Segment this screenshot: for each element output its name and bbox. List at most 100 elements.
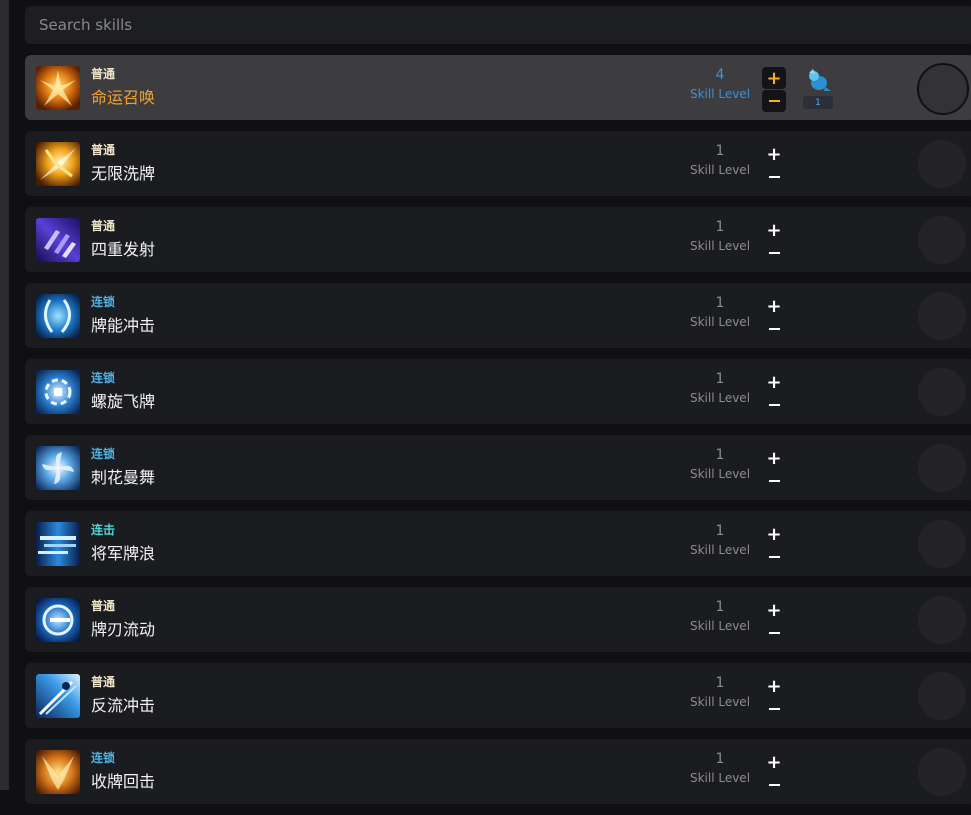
skill-level: 1 Skill Level [685,523,755,557]
skill-name: 命运召唤 [91,88,156,107]
skill-row[interactable]: 连锁 刺花曼舞 1 Skill Level + [25,435,971,500]
skill-level: 1 Skill Level [685,447,755,481]
thorn-flower-dance-icon [36,446,80,490]
level-down-button[interactable] [762,470,786,492]
fate-summon-icon [36,66,80,110]
skill-slot[interactable] [918,748,966,796]
skill-slot[interactable] [917,63,969,115]
level-down-button[interactable] [762,242,786,264]
skill-slot[interactable] [918,444,966,492]
skill-level: 1 Skill Level [685,219,755,253]
skill-row[interactable]: 连锁 收牌回击 1 Skill Level + [25,739,971,804]
spirit-count: 1 [803,96,833,109]
skill-type: 连锁 [91,447,116,461]
skill-row[interactable]: 连锁 螺旋飞牌 1 Skill Level + [25,359,971,424]
card-blade-flow-icon [36,598,80,642]
level-up-button[interactable]: + [762,371,786,393]
counterflow-strike-icon [36,674,80,718]
skill-level-label: Skill Level [689,467,751,481]
skill-slot[interactable] [918,140,966,188]
search-input[interactable] [37,15,963,35]
skill-name: 无限洗牌 [91,164,156,183]
skill-row[interactable]: 普通 无限洗牌 1 Skill Level + [25,131,971,196]
skill-level-label: Skill Level [689,771,751,785]
level-down-button[interactable] [762,698,786,720]
skill-type: 普通 [91,219,116,233]
skill-level: 1 Skill Level [685,675,755,709]
skill-type: 普通 [91,675,116,689]
skill-name: 将军牌浪 [91,544,156,563]
skill-level-value: 1 [715,599,725,615]
skill-type: 连锁 [91,371,116,385]
level-up-button[interactable]: + [762,675,786,697]
skill-level-value: 1 [715,295,725,311]
skill-level-value: 1 [715,219,725,235]
level-down-button[interactable] [762,622,786,644]
skill-row[interactable]: 普通 命运召唤 4 Skill Level + 1 [25,55,971,120]
skill-name: 收牌回击 [91,772,156,791]
skill-slot[interactable] [918,520,966,568]
skill-level-value: 1 [715,523,725,539]
skill-name: 刺花曼舞 [91,468,156,487]
skill-slot[interactable] [918,672,966,720]
skill-level-label: Skill Level [689,239,751,253]
level-up-button[interactable]: + [762,219,786,241]
level-down-button[interactable] [762,546,786,568]
skill-level: 4 Skill Level [685,67,755,101]
skill-type: 连击 [91,523,116,537]
card-recall-icon [36,750,80,794]
skill-slot[interactable] [918,216,966,264]
level-down-button[interactable] [762,774,786,796]
level-up-button[interactable]: + [762,523,786,545]
skill-level-value: 1 [715,751,725,767]
skill-level-value: 1 [715,675,725,691]
quad-shot-icon [36,218,80,262]
level-up-button[interactable]: + [762,751,786,773]
skill-level-label: Skill Level [689,391,751,405]
skill-row[interactable]: 普通 四重发射 1 Skill Level + [25,207,971,272]
skill-level-label: Skill Level [689,695,751,709]
skill-row[interactable]: 普通 反流冲击 1 Skill Level + [25,663,971,728]
skill-type: 普通 [91,143,116,157]
skill-type: 普通 [91,599,116,613]
search-box[interactable] [25,6,971,44]
infinite-shuffle-icon [36,142,80,186]
skill-name: 牌能冲击 [91,316,156,335]
level-down-button[interactable] [762,166,786,188]
level-up-button[interactable]: + [762,447,786,469]
level-down-button[interactable] [762,318,786,340]
skill-slot[interactable] [918,368,966,416]
skill-level-value: 1 [715,143,725,159]
skill-name: 牌刃流动 [91,620,156,639]
card-energy-strike-icon [36,294,80,338]
skill-level-value: 1 [715,447,725,463]
level-down-button[interactable] [762,394,786,416]
skill-name: 四重发射 [91,240,156,259]
skill-level-label: Skill Level [689,87,751,101]
skill-name: 螺旋飞牌 [91,392,156,411]
level-up-button[interactable]: + [762,67,786,89]
skill-level: 1 Skill Level [685,599,755,633]
skill-row[interactable]: 连击 将军牌浪 1 Skill Level + [25,511,971,576]
level-up-button[interactable]: + [762,599,786,621]
skill-list: 普通 命运召唤 4 Skill Level + 1 普通 无限洗牌 1 Skil… [25,55,971,815]
level-up-button[interactable]: + [762,295,786,317]
general-card-wave-icon [36,522,80,566]
skill-name: 反流冲击 [91,696,156,715]
skill-level: 1 Skill Level [685,751,755,785]
level-up-button[interactable]: + [762,143,786,165]
skill-row[interactable]: 普通 牌刃流动 1 Skill Level + [25,587,971,652]
skill-slot[interactable] [918,292,966,340]
spirit-pet-icon [809,69,831,91]
skill-type: 连锁 [91,295,116,309]
skill-level: 1 Skill Level [685,371,755,405]
skill-level: 1 Skill Level [685,143,755,177]
level-down-button[interactable] [762,90,786,112]
spirit-slot[interactable]: 1 [803,65,833,111]
skill-row[interactable]: 连锁 牌能冲击 1 Skill Level + [25,283,971,348]
skill-level-value: 4 [715,67,725,83]
skill-slot[interactable] [918,596,966,644]
skill-level: 1 Skill Level [685,295,755,329]
skill-level-label: Skill Level [689,163,751,177]
skill-level-label: Skill Level [689,619,751,633]
